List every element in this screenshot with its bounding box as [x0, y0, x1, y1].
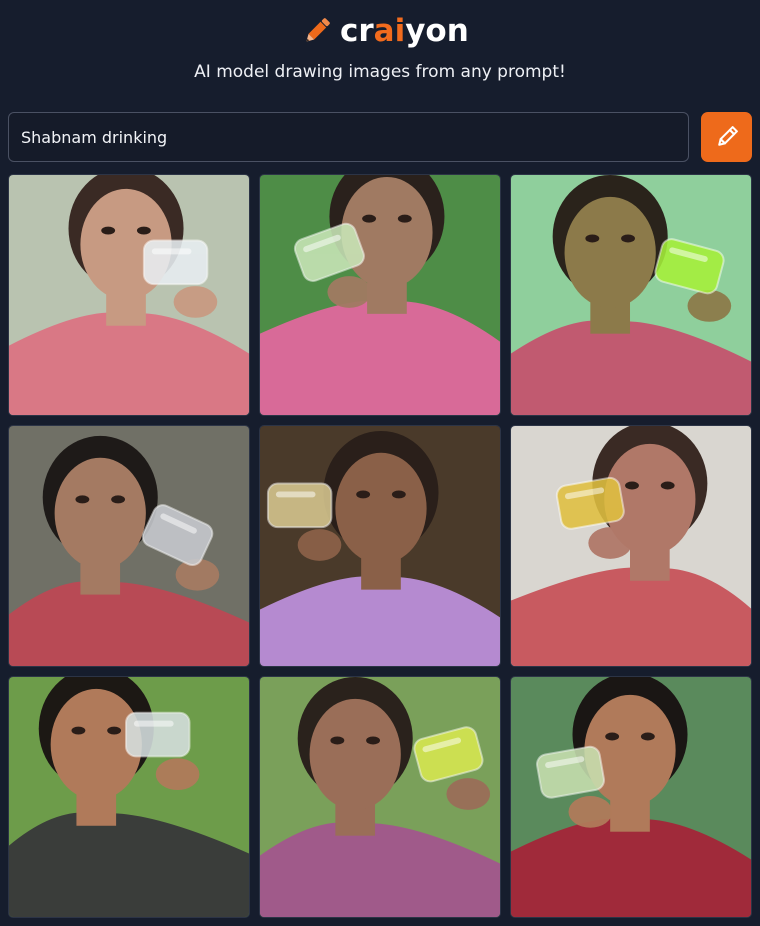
eye — [362, 214, 377, 223]
generated-image — [260, 677, 500, 917]
eye — [330, 736, 345, 745]
eye — [111, 495, 126, 504]
result-image-8[interactable] — [259, 676, 501, 918]
drinking-vessel — [142, 239, 209, 286]
generated-image — [9, 175, 249, 415]
hand — [155, 758, 200, 791]
eye — [101, 226, 116, 235]
generated-image — [9, 426, 249, 666]
eye — [136, 226, 151, 235]
drinking-vessel — [266, 482, 333, 529]
tagline: AI model drawing images from any prompt! — [194, 62, 566, 82]
result-image-4[interactable] — [8, 425, 250, 667]
draw-button[interactable] — [701, 112, 752, 162]
result-image-9[interactable] — [510, 676, 752, 918]
result-image-3[interactable] — [510, 174, 752, 416]
craiyon-page: craiyon AI model drawing images from any… — [0, 0, 760, 926]
hand — [173, 286, 218, 318]
eye — [625, 481, 639, 490]
eye — [75, 495, 90, 504]
drinking-vessel — [125, 711, 191, 758]
hand — [446, 778, 491, 810]
logo-part-cr: cr — [340, 13, 374, 49]
generated-image — [511, 175, 751, 415]
hand — [327, 276, 372, 308]
vessel-highlight — [275, 491, 316, 498]
eye — [621, 234, 635, 243]
result-image-6[interactable] — [510, 425, 752, 667]
craiyon-logo[interactable]: craiyon — [300, 11, 469, 51]
generated-image — [260, 426, 500, 666]
generated-image — [260, 175, 500, 415]
logo-part-ai: ai — [373, 13, 406, 49]
generated-image — [9, 677, 249, 917]
face — [335, 452, 427, 564]
hand — [568, 796, 613, 828]
eye — [660, 481, 675, 490]
result-image-2[interactable] — [259, 174, 501, 416]
hand — [687, 290, 732, 322]
face — [54, 457, 146, 569]
eye — [107, 726, 122, 735]
eye — [640, 732, 655, 741]
vessel-highlight — [133, 720, 174, 727]
generated-image — [511, 677, 751, 917]
result-image-7[interactable] — [8, 676, 250, 918]
hand — [297, 529, 342, 561]
results-grid — [8, 174, 752, 918]
eye — [366, 736, 380, 745]
eye — [71, 726, 86, 735]
prompt-input[interactable] — [8, 112, 689, 162]
logo-part-yon: yon — [405, 13, 469, 49]
hand — [588, 527, 632, 559]
pencil-icon — [717, 126, 738, 146]
eye — [397, 214, 412, 223]
eye — [585, 234, 600, 243]
eye — [605, 732, 620, 741]
pencil-icon — [306, 18, 330, 42]
generated-image — [511, 426, 751, 666]
face — [564, 196, 656, 308]
eye — [356, 490, 371, 499]
result-image-1[interactable] — [8, 174, 250, 416]
eye — [391, 490, 406, 499]
result-image-5[interactable] — [259, 425, 501, 667]
face — [309, 698, 401, 810]
logo-wordmark: craiyon — [340, 11, 469, 51]
vessel-highlight — [151, 248, 192, 255]
